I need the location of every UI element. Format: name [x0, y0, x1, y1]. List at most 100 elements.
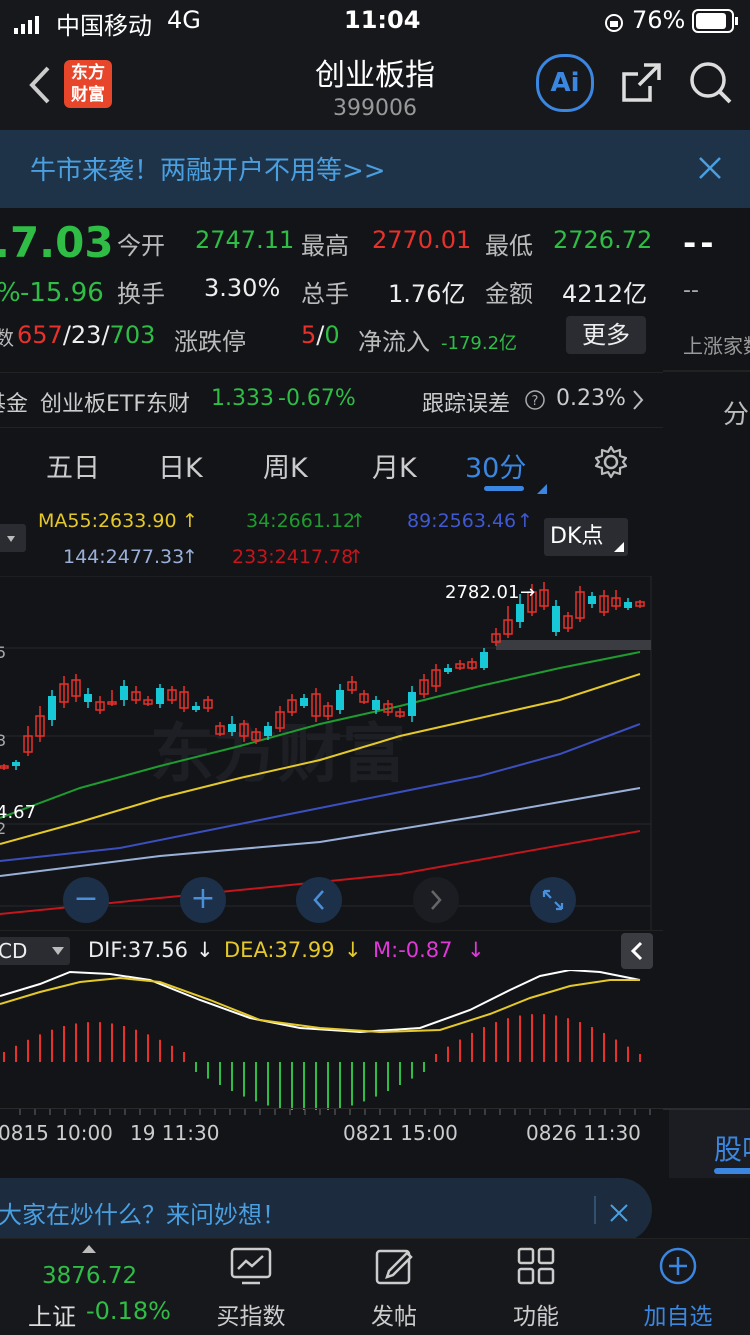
ma34-arrow: ↑ — [350, 510, 366, 532]
index-change: -0.18% — [86, 1297, 171, 1325]
index-ticker[interactable]: 3876.72 上证 -0.18% — [22, 1241, 182, 1331]
low-value: 2726.72 — [553, 226, 653, 254]
limit-label: 涨跌停 — [174, 328, 246, 356]
etf-change: -0.67% — [278, 386, 356, 411]
ai-label: Ai — [550, 68, 580, 98]
ma55-label: MA55:2633.90 — [38, 510, 177, 532]
tab-monthly[interactable]: 月K — [372, 446, 417, 485]
candle-body — [624, 602, 632, 608]
ma144-label: 144:2477.33 — [63, 546, 185, 568]
close-icon[interactable] — [698, 156, 722, 187]
promo-banner[interactable]: 牛市来袭！两融开户不用等>> — [0, 130, 750, 208]
close-icon[interactable] — [610, 1200, 628, 1228]
etf-row[interactable]: 基金 创业板ETF东财 1.333 -0.67% 跟踪误差 ? 0.23% — [0, 372, 663, 428]
candle-body — [516, 604, 524, 622]
nav-functions-label: 功能 — [513, 1304, 559, 1330]
dk-label: DK点 — [550, 524, 604, 549]
candle-body — [552, 606, 560, 632]
grid-icon — [517, 1247, 555, 1285]
fullscreen-button[interactable] — [530, 877, 576, 923]
dk-corner-icon — [614, 542, 624, 552]
collapse-panel-button[interactable] — [621, 933, 653, 969]
active-tab-underline — [484, 486, 524, 491]
price-band — [496, 640, 651, 650]
chevron-right-icon — [431, 890, 442, 910]
scroll-left-button[interactable] — [296, 877, 342, 923]
etf-name: 创业板ETF东财 — [40, 392, 190, 417]
ai-prompt-bar[interactable]: 大家在炒什么？来问妙想！ — [0, 1178, 652, 1242]
ai-button[interactable]: Ai — [536, 54, 594, 112]
period-tabs: 五日 日K 周K 月K 30分 — [0, 428, 663, 500]
top-navigation: 东方 财富 创业板指 399006 Ai — [0, 40, 750, 130]
dif-label: DIF:37.56 — [88, 938, 189, 962]
chevron-left-icon — [313, 890, 324, 910]
nav-add-watchlist[interactable]: 加自选 — [618, 1247, 738, 1331]
search-icon[interactable] — [688, 60, 734, 110]
guba-label: 股吧 — [714, 1133, 750, 1166]
clock: 11:04 — [344, 6, 421, 34]
side-dash-1: -- — [683, 224, 718, 262]
nav-buy-index[interactable]: 买指数 — [191, 1247, 311, 1331]
tab-30min[interactable]: 30分 — [465, 446, 526, 485]
amount-value: 4212亿 — [562, 280, 648, 308]
dea-label: DEA:37.99 — [224, 938, 335, 962]
add-circle-icon — [659, 1247, 697, 1285]
help-icon[interactable]: ? — [524, 389, 546, 417]
ma233-arrow: ↑ — [348, 546, 364, 568]
zoom-out-button[interactable]: − — [63, 877, 109, 923]
battery-percent: 76% — [632, 6, 686, 34]
ai-prompt-text: 大家在炒什么？来问妙想！ — [0, 1201, 286, 1229]
candle-body — [264, 726, 272, 736]
time-label-4: 0826 11:30 — [526, 1121, 641, 1145]
indicator-dropdown[interactable]: CD — [0, 937, 70, 965]
more-button[interactable]: 更多 — [566, 316, 646, 354]
ma144-arrow: ↑ — [182, 546, 198, 568]
rotation-lock-icon — [604, 11, 624, 39]
tab-daily[interactable]: 日K — [158, 446, 203, 485]
side-tab-fen[interactable]: 分 — [723, 394, 749, 431]
nav-post[interactable]: 发帖 — [334, 1247, 454, 1331]
candle-body — [408, 692, 416, 716]
banner-text: 牛市来袭！两融开户不用等>> — [30, 156, 386, 186]
dropdown-icon — [52, 947, 64, 955]
nav-functions[interactable]: 功能 — [476, 1247, 596, 1331]
chevron-right-icon — [632, 389, 644, 417]
tab-five-day[interactable]: 五日 — [46, 446, 100, 485]
share-icon[interactable] — [620, 62, 662, 108]
limit-down: 0 — [324, 321, 340, 349]
candle-body — [228, 724, 236, 732]
nav-buy-index-label: 买指数 — [216, 1304, 286, 1330]
side-divider — [663, 370, 750, 372]
zoom-in-button[interactable]: + — [180, 877, 226, 923]
candle-body — [12, 762, 20, 766]
up-count: 657 — [17, 321, 63, 349]
peak-label: 2782.01 — [445, 582, 519, 603]
time-ticks — [19, 1109, 651, 1115]
ma34-label: 34:2661.12 — [246, 510, 356, 532]
turnover-value: 3.30% — [204, 274, 281, 302]
tab-weekly[interactable]: 周K — [263, 446, 308, 485]
ma-dropdown[interactable] — [0, 524, 26, 552]
quote-panel: .7.03 % -15.96 今开 2747.11 最高 2770.01 最低 … — [0, 208, 663, 370]
flat-count: 23 — [70, 321, 102, 349]
m-arrow: ↓ — [467, 938, 485, 962]
index-value: 3876.72 — [42, 1263, 138, 1289]
guba-tab[interactable]: 股吧 — [669, 1110, 750, 1178]
ma55-arrow: ↑ — [182, 510, 198, 532]
ma89-arrow: ↑ — [517, 510, 533, 532]
candle-body — [300, 698, 308, 706]
candle-body — [480, 652, 488, 668]
left-axis-label-3: 3 — [0, 731, 6, 750]
peak-arrow: → — [520, 582, 535, 603]
tracking-value: 0.23% — [556, 386, 626, 411]
settings-icon[interactable] — [594, 445, 628, 486]
down-count: 703 — [109, 321, 156, 349]
scroll-right-button[interactable] — [413, 877, 459, 923]
nav-post-label: 发帖 — [371, 1304, 417, 1330]
more-label: 更多 — [582, 321, 630, 349]
dk-point-button[interactable]: DK点 — [544, 518, 628, 556]
watermark: 东方财富 — [150, 718, 406, 792]
expand-icon — [542, 889, 564, 911]
ma233-label: 233:2417.78 — [232, 546, 354, 568]
etf-price: 1.333 — [211, 386, 274, 411]
